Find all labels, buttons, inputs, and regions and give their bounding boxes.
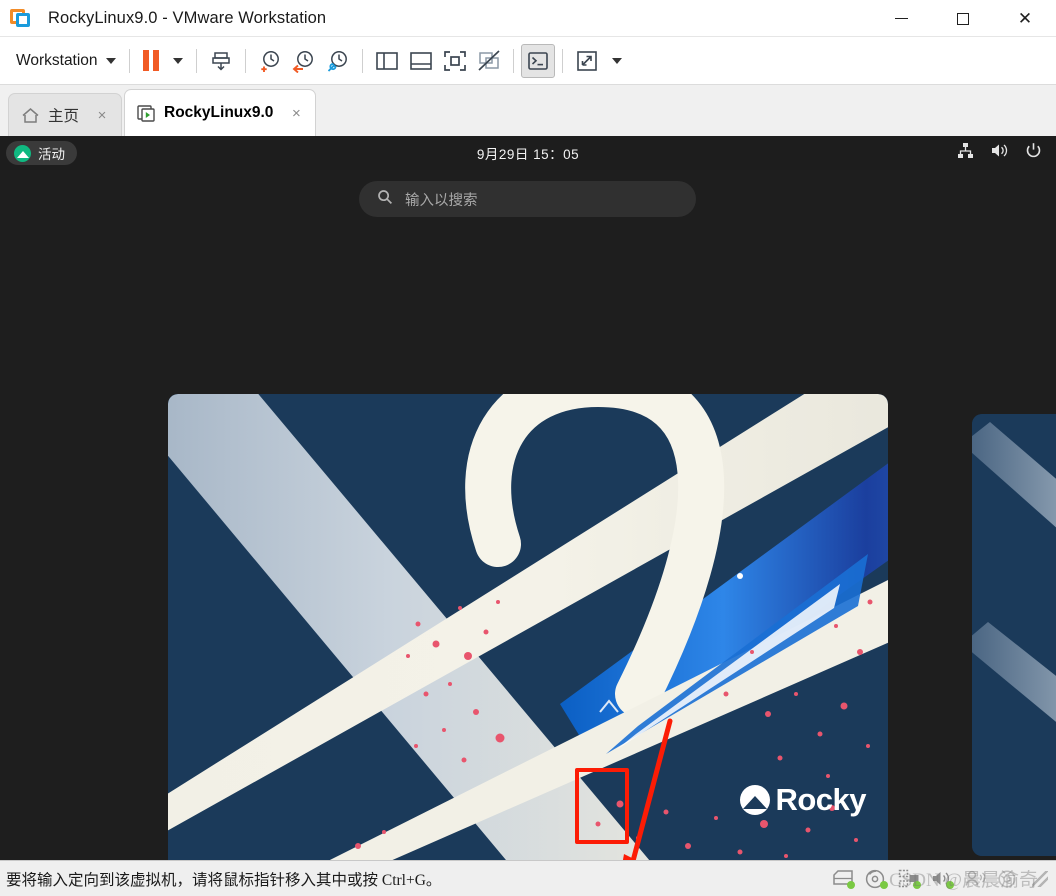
tab-rockylinux90-label: RockyLinux9.0 [164, 104, 274, 121]
status-device-icons[interactable] [832, 861, 1048, 896]
tab-home-label: 主页 [48, 108, 80, 125]
title-bar: RockyLinux9.0 - VMware Workstation ✕ [0, 0, 1056, 37]
search-placeholder: 输入以搜索 [405, 192, 478, 209]
send-ctrl-alt-del-button[interactable] [204, 44, 238, 78]
show-library-button[interactable] [370, 44, 404, 78]
search-input[interactable]: 输入以搜索 [359, 181, 696, 217]
terminal-icon [527, 51, 548, 70]
vmware-logo-icon [10, 7, 32, 29]
workstation-menu-label: Workstation [16, 51, 98, 69]
panel-left-icon [375, 51, 398, 70]
power-dropdown-button[interactable] [165, 44, 189, 78]
tab-home[interactable]: 主页 × [8, 93, 123, 136]
status-indicator-dot [847, 881, 855, 889]
gnome-clock[interactable]: 9月29日 15：05 [477, 143, 579, 163]
wallpaper-art-secondary [972, 414, 1056, 856]
stretch-guest-button[interactable] [570, 44, 604, 78]
snapshot-add-icon [260, 50, 279, 72]
fullscreen-icon [443, 50, 466, 71]
tab-rockylinux90[interactable]: RockyLinux9.0 × [124, 89, 317, 136]
toolbar-divider [561, 48, 563, 73]
activities-button[interactable]: 活动 [6, 141, 77, 165]
snapshot-manager-button[interactable] [321, 44, 355, 78]
status-indicator-dot [880, 881, 888, 889]
stretch-icon [576, 50, 597, 71]
minimize-icon [894, 18, 908, 19]
tab-bar: 主页 × RockyLinux9.0 × [0, 85, 1056, 136]
status-cdrom-icon[interactable] [865, 869, 888, 889]
volume-icon [990, 142, 1009, 164]
vm-running-icon [137, 104, 156, 123]
window-controls: ✕ [870, 0, 1056, 37]
snapshot-manager-icon [327, 50, 347, 72]
rocky-mountain-icon [740, 785, 771, 815]
status-printer-icon[interactable] [997, 869, 1019, 889]
chevron-down-icon [105, 57, 116, 64]
home-icon [21, 107, 40, 124]
unity-disabled-icon [477, 49, 500, 71]
vm-console-viewport[interactable]: 活动 9月29日 15：05 输入以搜索 Rocky [0, 136, 1056, 860]
chevron-down-icon [611, 57, 622, 64]
network-icon [957, 142, 974, 164]
close-button[interactable]: ✕ [994, 0, 1056, 37]
status-message: 要将输入定向到该虚拟机，请将鼠标指针移入其中或按 Ctrl+G。 [6, 871, 442, 889]
revert-snapshot-button[interactable] [287, 44, 321, 78]
unity-mode-button[interactable] [472, 44, 506, 78]
activities-label: 活动 [38, 147, 65, 162]
maximize-button[interactable] [932, 0, 994, 37]
toolbar-divider [361, 48, 363, 73]
power-icon [1025, 142, 1042, 164]
gnome-system-indicators[interactable] [957, 136, 1042, 170]
workspace-preview-current[interactable]: Rocky [168, 394, 888, 860]
status-indicator-dot [946, 881, 954, 889]
send-key-icon [211, 51, 230, 71]
pause-vm-button[interactable] [137, 44, 165, 78]
tab-rockylinux90-close-icon[interactable]: × [287, 105, 305, 122]
console-view-button[interactable] [520, 43, 555, 78]
workspace-preview-next[interactable] [972, 414, 1056, 856]
resize-grip-icon[interactable] [1032, 871, 1048, 887]
status-harddisk-icon[interactable] [832, 869, 855, 889]
status-indicator-dot [913, 881, 921, 889]
status-usb-icon[interactable] [964, 869, 986, 889]
toolbar-divider [512, 48, 514, 73]
stretch-dropdown-button[interactable] [604, 44, 628, 78]
toolbar-divider [195, 48, 197, 73]
snapshot-revert-icon [292, 50, 313, 73]
toolbar-divider [128, 48, 130, 73]
workstation-menu-button[interactable]: Workstation [10, 44, 122, 78]
status-sound-icon[interactable] [931, 869, 954, 889]
rocky-logo-icon [14, 144, 31, 162]
search-icon [377, 189, 393, 210]
window-title: RockyLinux9.0 - VMware Workstation [48, 8, 327, 27]
pause-icon [142, 50, 159, 71]
gnome-top-bar: 活动 9月29日 15：05 [0, 136, 1056, 170]
maximize-icon [957, 12, 969, 25]
full-screen-button[interactable] [438, 44, 472, 78]
show-thumbnail-bar-button[interactable] [404, 44, 438, 78]
panel-bottom-icon [409, 51, 432, 70]
chevron-down-icon [172, 57, 183, 64]
vmware-workstation-window: RockyLinux9.0 - VMware Workstation ✕ Wor… [0, 0, 1056, 896]
status-bar: 要将输入定向到该虚拟机，请将鼠标指针移入其中或按 Ctrl+G。 [0, 860, 1056, 896]
toolbar-divider [244, 48, 246, 73]
status-network-icon[interactable] [898, 869, 921, 889]
rocky-brand: Rocky [740, 782, 866, 818]
rocky-brand-text: Rocky [775, 782, 866, 817]
main-toolbar: Workstation [0, 37, 1056, 85]
tab-home-close-icon[interactable]: × [93, 107, 111, 124]
minimize-button[interactable] [870, 0, 932, 37]
take-snapshot-button[interactable] [253, 44, 287, 78]
close-icon: ✕ [1017, 9, 1033, 28]
